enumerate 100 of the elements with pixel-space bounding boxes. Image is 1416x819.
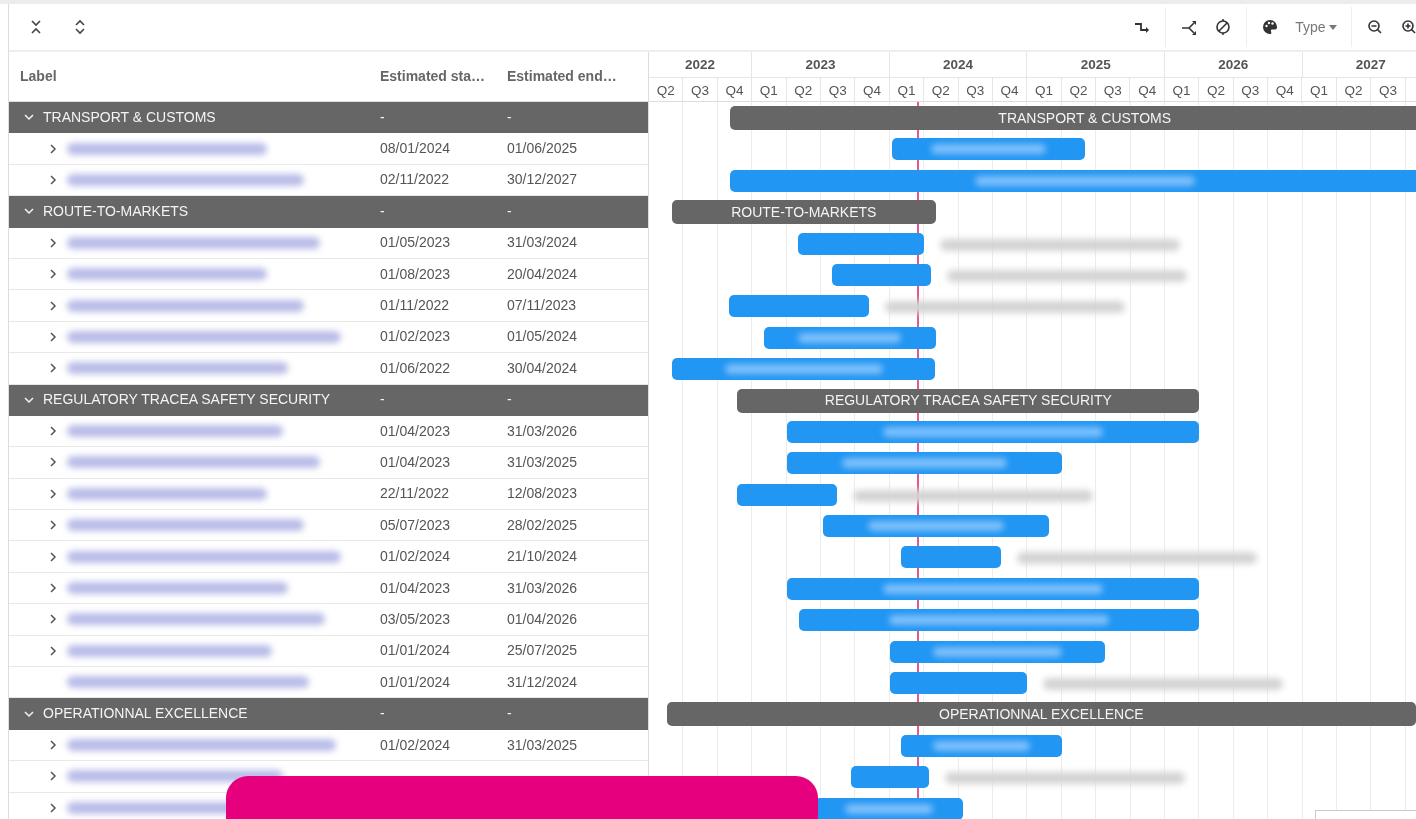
- expand-chevron-icon[interactable]: [47, 456, 59, 469]
- task-bar[interactable]: [786, 577, 1200, 600]
- task-bar[interactable]: [832, 263, 932, 286]
- date-text: 01/06/2025: [507, 140, 578, 157]
- quarter-label: Q4: [855, 78, 890, 103]
- group-bar[interactable]: TRANSPORT & CUSTOMS: [729, 106, 1416, 130]
- quarter-label: Q2: [649, 78, 684, 103]
- date-text: 30/04/2024: [507, 359, 578, 376]
- task-bar[interactable]: [889, 672, 1028, 695]
- expand-chevron-icon[interactable]: [47, 425, 59, 438]
- quarter-label: Q2: [924, 78, 959, 103]
- date-text: 30/12/2027: [507, 171, 578, 188]
- year-label: 2027: [1302, 52, 1416, 77]
- type-dropdown[interactable]: Type: [1287, 12, 1345, 42]
- expand-chevron-icon[interactable]: [47, 582, 59, 595]
- quarter-label: Q3: [1096, 78, 1131, 103]
- task-bar[interactable]: [763, 326, 936, 349]
- expand-chevron-icon[interactable]: [47, 770, 59, 783]
- group-bar-label: OPERATIONNAL EXCELLENCE: [939, 704, 1144, 724]
- date-text: 25/07/2025: [507, 642, 578, 659]
- column-header[interactable]: Label: [9, 66, 380, 87]
- caret-icon: [1329, 24, 1337, 30]
- date-text: 01/04/2023: [380, 422, 451, 439]
- date-text: 01/01/2024: [380, 673, 451, 690]
- group-label: ROUTE-TO-MARKETS: [43, 201, 189, 221]
- date-text: 01/05/2024: [507, 328, 578, 345]
- task-bar[interactable]: [822, 515, 1050, 538]
- expand-chevron-icon[interactable]: [47, 644, 59, 657]
- group-label: TRANSPORT & CUSTOMS: [43, 107, 216, 127]
- date-text: 20/04/2024: [507, 265, 578, 282]
- task-bar[interactable]: [901, 734, 1062, 757]
- task-bar[interactable]: [671, 358, 936, 381]
- date-text: 01/04/2023: [380, 579, 451, 596]
- date-text: 01/01/2024: [380, 642, 451, 659]
- task-bar[interactable]: [798, 609, 1200, 632]
- expand-chevron-icon[interactable]: [47, 739, 59, 751]
- expand-chevron-icon[interactable]: [47, 236, 59, 249]
- date-text: -: [380, 705, 385, 722]
- task-bar[interactable]: [889, 640, 1106, 663]
- quarter-label: Q2: [1061, 78, 1097, 103]
- date-text: 31/03/2025: [507, 736, 578, 753]
- expand-chevron-icon[interactable]: [47, 519, 59, 532]
- date-text: 01/05/2023: [380, 234, 451, 251]
- task-bar[interactable]: [729, 169, 1416, 192]
- date-text: 01/08/2023: [380, 265, 451, 282]
- group-bar-label: TRANSPORT & CUSTOMS: [998, 108, 1172, 128]
- group-label: REGULATORY TRACEA SAFETY SECURITY: [43, 390, 331, 410]
- task-bar[interactable]: [786, 452, 1062, 475]
- date-text: -: [380, 391, 385, 408]
- date-text: 05/07/2023: [380, 516, 451, 533]
- group-bar[interactable]: REGULATORY TRACEA SAFETY SECURITY: [737, 388, 1200, 413]
- task-bar[interactable]: [737, 483, 837, 506]
- column-header[interactable]: Estimated sta…: [380, 66, 507, 87]
- quarter-label: Q4: [1268, 78, 1303, 103]
- task-bar[interactable]: [850, 766, 929, 789]
- year-label: 2025: [1027, 52, 1165, 77]
- quarter-label: Q4: [717, 78, 753, 103]
- date-text: 01/06/2022: [380, 359, 451, 376]
- task-bar[interactable]: [901, 546, 1001, 569]
- date-text: -: [507, 705, 512, 722]
- quarter-label: Q3: [820, 78, 856, 103]
- group-bar-label: ROUTE-TO-MARKETS: [731, 202, 877, 222]
- quarter-label: Q4: [1130, 78, 1165, 103]
- date-text: 28/02/2025: [507, 516, 578, 533]
- date-text: 21/10/2024: [507, 548, 578, 565]
- expand-chevron-icon[interactable]: [47, 299, 59, 312]
- quarter-label: Q3: [1233, 78, 1269, 103]
- task-bar[interactable]: [798, 232, 925, 255]
- date-text: 07/11/2023: [507, 297, 577, 314]
- date-text: -: [380, 202, 385, 219]
- date-text: 02/11/2022: [380, 171, 450, 188]
- task-bar[interactable]: [786, 420, 1200, 443]
- column-header[interactable]: Estimated end…: [507, 66, 648, 87]
- expand-chevron-icon[interactable]: [47, 142, 59, 155]
- date-text: 31/03/2026: [507, 422, 578, 439]
- expand-chevron-icon[interactable]: [47, 801, 59, 814]
- expand-chevron-icon[interactable]: [47, 613, 59, 626]
- date-text: -: [507, 391, 512, 408]
- date-text: 01/02/2023: [380, 328, 451, 345]
- quarter-label: Q3: [958, 78, 993, 103]
- date-text: 01/11/2022: [380, 297, 450, 314]
- task-bar[interactable]: [892, 138, 1085, 161]
- task-bar[interactable]: [729, 295, 870, 318]
- expand-chevron-icon[interactable]: [47, 487, 59, 500]
- expand-chevron-icon[interactable]: [47, 268, 59, 281]
- expand-chevron-icon[interactable]: [47, 330, 59, 343]
- date-text: 31/03/2025: [507, 454, 578, 470]
- task-bar[interactable]: [815, 797, 963, 819]
- date-text: 31/03/2024: [507, 234, 578, 251]
- quarter-label: Q1: [1302, 78, 1337, 103]
- group-label: OPERATIONNAL EXCELLENCE: [43, 704, 248, 724]
- expand-chevron-icon[interactable]: [47, 362, 59, 375]
- quarter-label: Q4: [992, 78, 1028, 103]
- group-bar[interactable]: ROUTE-TO-MARKETS: [671, 200, 936, 225]
- expand-chevron-icon[interactable]: [47, 550, 59, 563]
- group-bar[interactable]: OPERATIONNAL EXCELLENCE: [666, 702, 1416, 727]
- expand-chevron-icon[interactable]: [47, 173, 59, 186]
- year-label: 2026: [1164, 52, 1303, 77]
- quarter-label: Q3: [1371, 78, 1406, 103]
- date-text: 12/08/2023: [507, 485, 578, 502]
